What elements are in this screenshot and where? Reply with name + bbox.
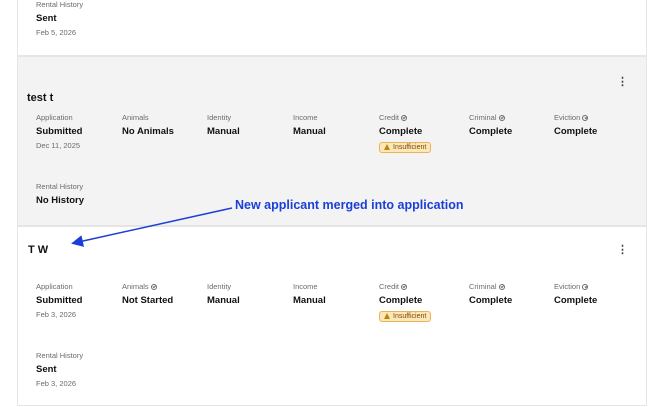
rental-history-label: Rental History: [36, 0, 84, 9]
insufficient-badge: Insufficient: [379, 310, 432, 322]
applicant-name: test t: [27, 92, 54, 104]
applicant-card-top: Rental History Sent Feb 5, 2026: [17, 0, 647, 56]
rental-history-value: No History: [36, 195, 85, 206]
application-label: Application: [36, 282, 73, 291]
identity-value: Manual: [207, 295, 240, 306]
rental-history-field: Rental History Sent Feb 5, 2026: [36, 0, 83, 37]
badge-label: Insufficient: [393, 143, 427, 151]
check-circle-icon: [401, 283, 408, 290]
credit-label-row: Credit: [379, 113, 431, 122]
credit-label-row: Credit: [379, 282, 431, 291]
check-circle-icon: [582, 283, 589, 290]
application-date: Dec 11, 2025: [36, 141, 81, 150]
eviction-label: Eviction: [554, 282, 581, 291]
rental-history-value: Sent: [36, 364, 57, 375]
criminal-field: Criminal Complete: [469, 113, 512, 137]
credit-value: Complete: [379, 295, 423, 306]
criminal-value: Complete: [469, 126, 513, 137]
eviction-field: Eviction Complete: [554, 282, 597, 306]
animals-label: Animals: [122, 282, 149, 291]
identity-field: Identity Manual: [207, 113, 240, 137]
criminal-value: Complete: [469, 295, 513, 306]
application-date: Feb 3, 2026: [36, 310, 77, 319]
check-circle-icon: [498, 114, 505, 121]
annotation-label: New applicant merged into application: [235, 198, 464, 212]
rental-history-date: Feb 3, 2026: [36, 379, 77, 388]
rental-history-value: Sent: [36, 13, 57, 24]
identity-label: Identity: [207, 282, 232, 291]
criminal-label-row: Criminal: [469, 282, 512, 291]
check-circle-icon: [150, 283, 157, 290]
check-circle-icon: [401, 114, 408, 121]
rental-history-date: Feb 5, 2026: [36, 28, 77, 37]
more-options-icon[interactable]: ⋮: [617, 245, 628, 256]
application-field: Application Submitted Dec 11, 2025: [36, 113, 82, 150]
income-value: Manual: [293, 295, 326, 306]
identity-value: Manual: [207, 126, 240, 137]
check-circle-icon: [498, 283, 505, 290]
application-label: Application: [36, 113, 73, 122]
income-field: Income Manual: [293, 282, 326, 306]
income-label: Income: [293, 113, 318, 122]
eviction-label-row: Eviction: [554, 282, 597, 291]
application-value: Submitted: [36, 126, 83, 137]
criminal-field: Criminal Complete: [469, 282, 512, 306]
identity-label: Identity: [207, 113, 232, 122]
applicant-card-t-w: ⋮ T W Application Submitted Feb 3, 2026 …: [17, 226, 647, 406]
rental-history-field: Rental History Sent Feb 3, 2026: [36, 351, 83, 388]
income-label: Income: [293, 282, 318, 291]
eviction-label: Eviction: [554, 113, 581, 122]
animals-value: No Animals: [122, 126, 174, 137]
animals-value: Not Started: [122, 295, 174, 306]
credit-field: Credit Complete Insufficient: [379, 113, 432, 155]
credit-label: Credit: [379, 113, 400, 122]
credit-label: Credit: [379, 282, 400, 291]
application-field: Application Submitted Feb 3, 2026: [36, 282, 82, 319]
animals-label: Animals: [122, 113, 149, 122]
application-value: Submitted: [36, 295, 83, 306]
insufficient-badge: Insufficient: [379, 141, 432, 153]
rental-history-label: Rental History: [36, 182, 84, 191]
rental-history-label: Rental History: [36, 351, 84, 360]
rental-history-field: Rental History No History: [36, 182, 84, 206]
more-options-icon[interactable]: ⋮: [617, 77, 628, 88]
credit-field: Credit Complete Insufficient: [379, 282, 432, 324]
criminal-label: Criminal: [469, 282, 497, 291]
eviction-field: Eviction Complete: [554, 113, 597, 137]
income-field: Income Manual: [293, 113, 326, 137]
eviction-label-row: Eviction: [554, 113, 597, 122]
credit-value: Complete: [379, 126, 423, 137]
income-value: Manual: [293, 126, 326, 137]
animals-label-row: Animals: [122, 282, 173, 291]
badge-label: Insufficient: [393, 312, 427, 320]
criminal-label: Criminal: [469, 113, 497, 122]
eviction-value: Complete: [554, 126, 598, 137]
criminal-label-row: Criminal: [469, 113, 512, 122]
animals-field: Animals Not Started: [122, 282, 173, 306]
warning-icon: [384, 144, 390, 150]
warning-icon: [384, 313, 390, 319]
identity-field: Identity Manual: [207, 282, 240, 306]
animals-field: Animals No Animals: [122, 113, 174, 137]
applicant-name: T W: [28, 244, 49, 256]
check-circle-icon: [582, 114, 589, 121]
eviction-value: Complete: [554, 295, 598, 306]
